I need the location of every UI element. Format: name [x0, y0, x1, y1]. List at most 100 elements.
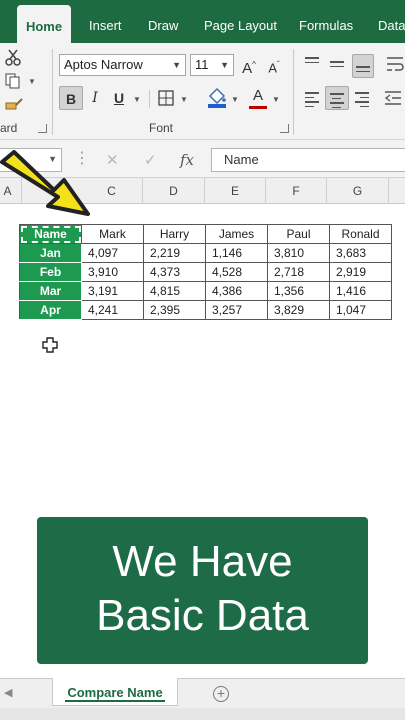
underline-button[interactable]: U — [110, 86, 128, 110]
table-row: Jan 4,097 2,219 1,146 3,810 3,683 — [19, 243, 392, 263]
formula-input[interactable]: Name — [211, 148, 405, 172]
group-separator — [293, 49, 294, 135]
cell-cursor-icon — [42, 337, 58, 358]
table-cell[interactable]: 1,416 — [329, 281, 392, 301]
fill-color-dropdown-icon[interactable]: ▼ — [231, 95, 239, 104]
table-cell[interactable]: 3,810 — [267, 243, 330, 263]
font-name-value: Aptos Narrow — [64, 57, 143, 72]
column-header-f[interactable]: F — [266, 178, 327, 204]
add-sheet-icon[interactable]: + — [213, 686, 229, 702]
ribbon: ▼ ard Aptos Narrow ▼ 11 ▼ A^ Aˇ B I U ▼ … — [0, 43, 405, 140]
table-cell[interactable]: 2,219 — [143, 243, 206, 263]
table-cell[interactable]: 2,718 — [267, 262, 330, 282]
sheet-tab-compare-name[interactable]: Compare Name — [52, 678, 178, 706]
clipboard-launcher-icon[interactable] — [38, 124, 47, 133]
align-bottom-button[interactable] — [352, 54, 374, 78]
format-painter-icon[interactable] — [5, 97, 23, 111]
table-cell[interactable]: 3,257 — [205, 300, 268, 320]
shrink-font-icon: A — [268, 60, 277, 76]
align-center-icon — [330, 93, 344, 111]
header-cell-name[interactable]: Name — [19, 224, 82, 244]
font-group-label: Font — [149, 121, 174, 135]
decrease-indent-icon[interactable] — [384, 90, 402, 106]
align-top-icon[interactable] — [305, 57, 319, 66]
column-header-e[interactable]: E — [205, 178, 266, 204]
font-size-combo[interactable]: 11 ▼ — [190, 54, 234, 76]
tab-data[interactable]: Data — [378, 0, 405, 43]
underline-icon: U — [113, 90, 125, 106]
align-right-icon[interactable] — [355, 92, 369, 110]
header-cell-ronald[interactable]: Ronald — [329, 224, 392, 244]
underline-dropdown-icon[interactable]: ▼ — [133, 95, 141, 104]
table-cell[interactable]: 1,356 — [267, 281, 330, 301]
borders-dropdown-icon[interactable]: ▼ — [180, 95, 188, 104]
font-size-value: 11 — [195, 57, 209, 72]
row-label-cell[interactable]: Apr — [19, 300, 82, 320]
header-cell-harry[interactable]: Harry — [143, 224, 206, 244]
tab-page-layout[interactable]: Page Layout — [204, 0, 277, 43]
table-cell[interactable]: 4,097 — [81, 243, 144, 263]
align-left-icon[interactable] — [305, 92, 319, 110]
align-bottom-icon — [356, 66, 370, 75]
group-separator — [52, 49, 53, 135]
shrink-font-button[interactable]: Aˇ — [265, 53, 283, 77]
table-cell[interactable]: 4,241 — [81, 300, 144, 320]
sheet-nav-left-icon[interactable]: ◀ — [4, 686, 12, 699]
table-cell[interactable]: 3,910 — [81, 262, 144, 282]
table-cell[interactable]: 4,373 — [143, 262, 206, 282]
header-cell-paul[interactable]: Paul — [267, 224, 330, 244]
tab-home[interactable]: Home — [17, 5, 71, 43]
insert-function-icon[interactable]: fx — [180, 151, 194, 169]
column-header-g[interactable]: G — [327, 178, 389, 204]
table-cell[interactable]: 4,815 — [143, 281, 206, 301]
row-label-cell[interactable]: Feb — [19, 262, 82, 282]
font-color-button[interactable]: A — [249, 85, 267, 109]
table-cell[interactable]: 1,146 — [205, 243, 268, 263]
align-middle-icon[interactable] — [330, 61, 344, 70]
row-label-cell[interactable]: Mar — [19, 281, 82, 301]
table-cell[interactable]: 3,829 — [267, 300, 330, 320]
copy-dropdown-icon[interactable]: ▼ — [28, 77, 36, 86]
bold-button[interactable]: B — [59, 86, 83, 110]
table-cell[interactable]: 3,683 — [329, 243, 392, 263]
wrap-text-icon[interactable] — [386, 55, 404, 73]
font-color-dropdown-icon[interactable]: ▼ — [272, 95, 280, 104]
fill-color-icon[interactable] — [207, 87, 227, 109]
grow-font-button[interactable]: A^ — [240, 53, 258, 77]
header-cell-mark[interactable]: Mark — [81, 224, 144, 244]
chevron-down-icon: ▼ — [172, 60, 181, 70]
table-cell[interactable]: 3,191 — [81, 281, 144, 301]
table-header-row: Name Mark Harry James Paul Ronald — [19, 224, 392, 244]
table-cell[interactable]: 2,919 — [329, 262, 392, 282]
excel-window: Home Insert Draw Page Layout Formulas Da… — [0, 0, 405, 720]
copy-icon[interactable] — [5, 73, 21, 89]
table-cell[interactable]: 4,386 — [205, 281, 268, 301]
table-cell[interactable]: 4,528 — [205, 262, 268, 282]
tab-insert[interactable]: Insert — [89, 0, 122, 43]
table-row: Mar 3,191 4,815 4,386 1,356 1,416 — [19, 281, 392, 301]
chevron-down-icon: ▼ — [220, 60, 229, 70]
borders-icon[interactable] — [158, 90, 174, 106]
column-header-d[interactable]: D — [143, 178, 205, 204]
font-separator — [149, 90, 150, 108]
tab-formulas[interactable]: Formulas — [299, 0, 353, 43]
scissors-icon[interactable] — [5, 49, 21, 67]
font-launcher-icon[interactable] — [280, 124, 289, 133]
ribbon-tab-bar: Home Insert Draw Page Layout Formulas Da… — [0, 0, 405, 43]
row-label-cell[interactable]: Jan — [19, 243, 82, 263]
caption-line-1: We Have — [112, 537, 293, 586]
bold-icon: B — [65, 91, 77, 107]
header-cell-james[interactable]: James — [205, 224, 268, 244]
table-cell[interactable]: 1,047 — [329, 300, 392, 320]
cancel-icon[interactable]: ✕ — [106, 151, 119, 169]
align-center-button[interactable] — [325, 86, 349, 110]
font-name-combo[interactable]: Aptos Narrow ▼ — [59, 54, 186, 76]
pointer-arrow-icon — [0, 150, 95, 225]
tab-draw[interactable]: Draw — [148, 0, 178, 43]
italic-button[interactable]: I — [86, 86, 104, 110]
enter-icon[interactable]: ✓ — [144, 151, 157, 169]
font-color-icon: A — [252, 87, 263, 104]
sheet-tab-bar: ◀ Compare Name + — [0, 678, 405, 708]
clipboard-group-label: ard — [0, 121, 18, 135]
table-cell[interactable]: 2,395 — [143, 300, 206, 320]
